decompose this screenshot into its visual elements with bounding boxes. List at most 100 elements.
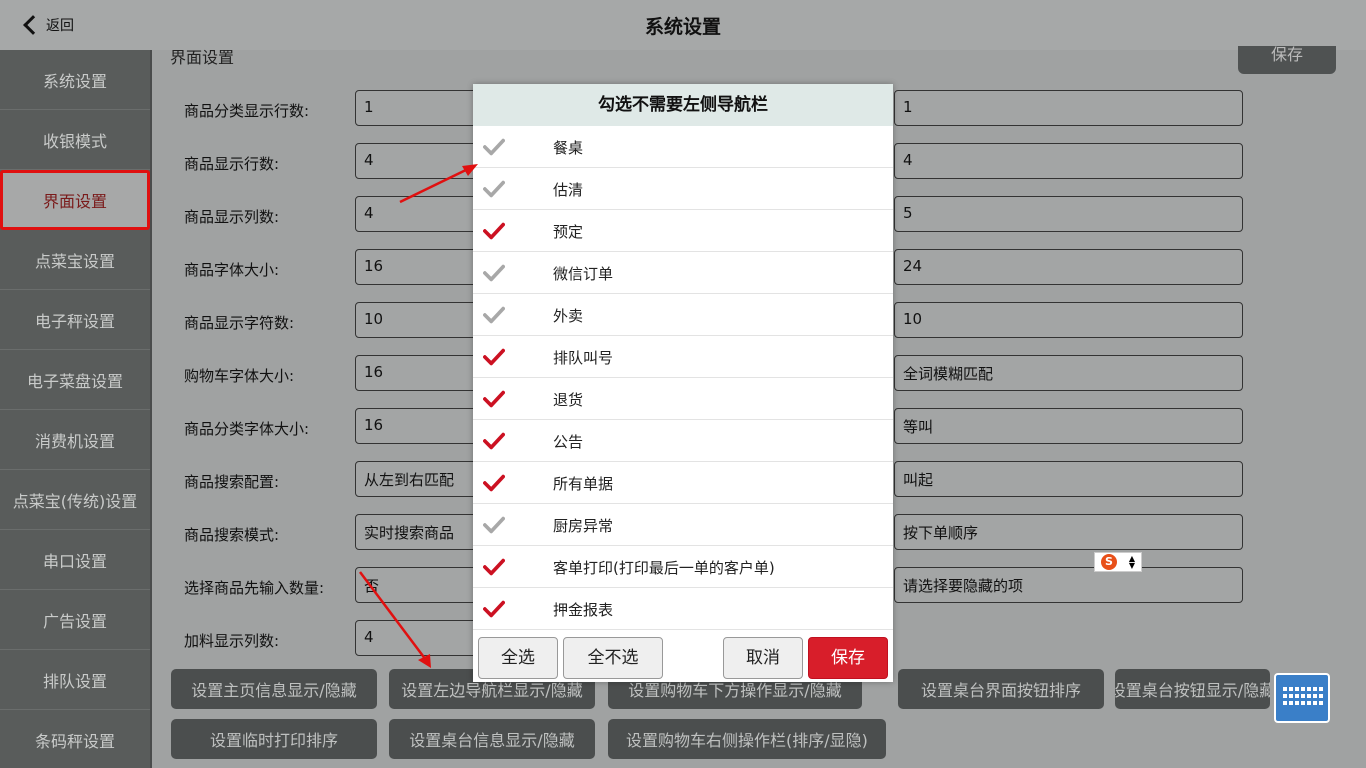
setting-field-left[interactable]: 实时搜索商品 — [355, 514, 485, 550]
option-label: 押金报表 — [553, 601, 614, 619]
option-label: 微信订单 — [553, 265, 614, 283]
setting-field-left[interactable]: 1 — [355, 90, 485, 126]
key-icon — [1295, 694, 1299, 698]
nav-option[interactable]: 退货 — [473, 378, 893, 420]
setting-field-right[interactable]: 叫起 — [894, 461, 1243, 497]
config-button[interactable]: 设置桌台按钮显示/隐藏 — [1115, 669, 1270, 709]
check-icon-checked — [483, 390, 505, 408]
sidebar-item[interactable]: 广告设置 — [0, 590, 150, 650]
key-icon — [1307, 694, 1311, 698]
select-none-button[interactable]: 全不选 — [563, 637, 663, 679]
key-icon — [1289, 687, 1293, 691]
nav-option[interactable]: 外卖 — [473, 294, 893, 336]
nav-option[interactable]: 预定 — [473, 210, 893, 252]
sidebar-item[interactable]: 电子菜盘设置 — [0, 350, 150, 410]
section-title: 界面设置 — [170, 48, 235, 67]
language-select[interactable]: S ▲ ▼ — [1094, 552, 1142, 572]
nav-option[interactable]: 押金报表 — [473, 588, 893, 630]
key-icon — [1319, 694, 1323, 698]
key-icon — [1307, 701, 1311, 705]
config-button[interactable]: 设置购物车右侧操作栏(排序/显隐) — [608, 719, 886, 759]
config-button[interactable]: 设置主页信息显示/隐藏 — [171, 669, 377, 709]
option-label: 外卖 — [553, 307, 584, 325]
check-icon-checked — [483, 222, 505, 240]
dialog-footer: 全选 全不选 取消 保存 — [473, 630, 893, 682]
key-icon — [1283, 694, 1287, 698]
sidebar-item[interactable]: 排队设置 — [0, 650, 150, 710]
nav-option[interactable]: 排队叫号 — [473, 336, 893, 378]
check-icon-unchecked — [483, 306, 505, 324]
setting-field-left[interactable]: 4 — [355, 620, 485, 656]
nav-option[interactable]: 厨房异常 — [473, 504, 893, 546]
cancel-button[interactable]: 取消 — [723, 637, 803, 679]
nav-option[interactable]: 客单打印(打印最后一单的客户单) — [473, 546, 893, 588]
sidebar: 系统设置 收银模式 界面设置 点菜宝设置 电子秤设置 电子菜盘设置 消费机设置 点菜宝(传统)… — [0, 50, 152, 768]
sidebar-item[interactable]: 串口设置 — [0, 530, 150, 590]
setting-field-right[interactable]: 5 — [894, 196, 1243, 232]
setting-field-right[interactable]: 10 — [894, 302, 1243, 338]
setting-field-right[interactable]: 1 — [894, 90, 1243, 126]
sidebar-item[interactable]: 系统设置 — [0, 50, 150, 110]
config-button[interactable]: 设置桌台信息显示/隐藏 — [389, 719, 595, 759]
field-label: 商品显示列数: — [184, 208, 280, 226]
field-label: 商品搜索模式: — [184, 526, 280, 544]
option-label: 公告 — [553, 433, 584, 451]
setting-field-left[interactable]: 4 — [355, 143, 485, 179]
sidebar-item[interactable]: 消费机设置 — [0, 410, 150, 470]
nav-option[interactable]: 公告 — [473, 420, 893, 462]
field-label: 商品分类字体大小: — [184, 420, 310, 438]
dialog-save-button[interactable]: 保存 — [808, 637, 888, 679]
field-label: 商品字体大小: — [184, 261, 280, 279]
keyboard-icon[interactable] — [1274, 673, 1330, 723]
check-icon-unchecked — [483, 138, 505, 156]
setting-field-right[interactable]: 按下单顺序 — [894, 514, 1243, 550]
setting-field-right[interactable]: 24 — [894, 249, 1243, 285]
setting-field-right[interactable]: 全词模糊匹配 — [894, 355, 1243, 391]
setting-field-left[interactable]: 从左到右匹配 — [355, 461, 485, 497]
sidebar-item[interactable]: 收银模式 — [0, 110, 150, 170]
setting-field-left[interactable]: 4 — [355, 196, 485, 232]
check-icon-checked — [483, 348, 505, 366]
key-icon — [1289, 701, 1293, 705]
sidebar-item[interactable]: 点菜宝(传统)设置 — [0, 470, 150, 530]
page-title: 系统设置 — [644, 16, 721, 38]
field-label: 商品搜索配置: — [184, 473, 280, 491]
nav-option[interactable]: 餐桌 — [473, 126, 893, 168]
setting-field-left[interactable]: 16 — [355, 355, 485, 391]
setting-field-left[interactable]: 否 — [355, 567, 485, 603]
setting-field-left[interactable]: 16 — [355, 408, 485, 444]
sidebar-item[interactable]: 界面设置 — [0, 170, 150, 230]
config-button[interactable]: 设置桌台界面按钮排序 — [898, 669, 1104, 709]
setting-field-left[interactable]: 16 — [355, 249, 485, 285]
key-icon — [1313, 701, 1317, 705]
top-bar: 返回 系统设置 — [0, 0, 1366, 50]
select-arrows-icon: ▲ ▼ — [1128, 554, 1136, 570]
nav-option[interactable]: 估清 — [473, 168, 893, 210]
check-icon-unchecked — [483, 180, 505, 198]
setting-field-right[interactable]: 等叫 — [894, 408, 1243, 444]
setting-field-right[interactable]: 4 — [894, 143, 1243, 179]
check-icon-checked — [483, 600, 505, 618]
select-all-button[interactable]: 全选 — [478, 637, 558, 679]
nav-option[interactable]: 微信订单 — [473, 252, 893, 294]
setting-field-right[interactable]: 请选择要隐藏的项 — [894, 567, 1243, 603]
option-label: 餐桌 — [553, 139, 584, 157]
option-label: 所有单据 — [553, 475, 614, 493]
save-button[interactable]: 保存 — [1238, 46, 1336, 74]
s-logo-icon: S — [1100, 554, 1117, 570]
field-label: 购物车字体大小: — [184, 367, 295, 385]
field-label: 商品显示行数: — [184, 155, 280, 173]
sidebar-item[interactable]: 条码秤设置 — [0, 710, 150, 768]
dialog-title: 勾选不需要左侧导航栏 — [473, 84, 893, 126]
setting-field-left[interactable]: 10 — [355, 302, 485, 338]
check-icon-checked — [483, 432, 505, 450]
key-icon — [1283, 701, 1287, 705]
key-icon — [1313, 687, 1317, 691]
config-button[interactable]: 设置临时打印排序 — [171, 719, 377, 759]
field-label: 商品显示字符数: — [184, 314, 295, 332]
nav-hide-dialog: 勾选不需要左侧导航栏 餐桌估清 预定微信订单外卖排队叫号 退货公告所有单据厨房异常客… — [473, 84, 893, 682]
check-icon-checked — [483, 558, 505, 576]
sidebar-item[interactable]: 电子秤设置 — [0, 290, 150, 350]
nav-option[interactable]: 所有单据 — [473, 462, 893, 504]
sidebar-item[interactable]: 点菜宝设置 — [0, 230, 150, 290]
